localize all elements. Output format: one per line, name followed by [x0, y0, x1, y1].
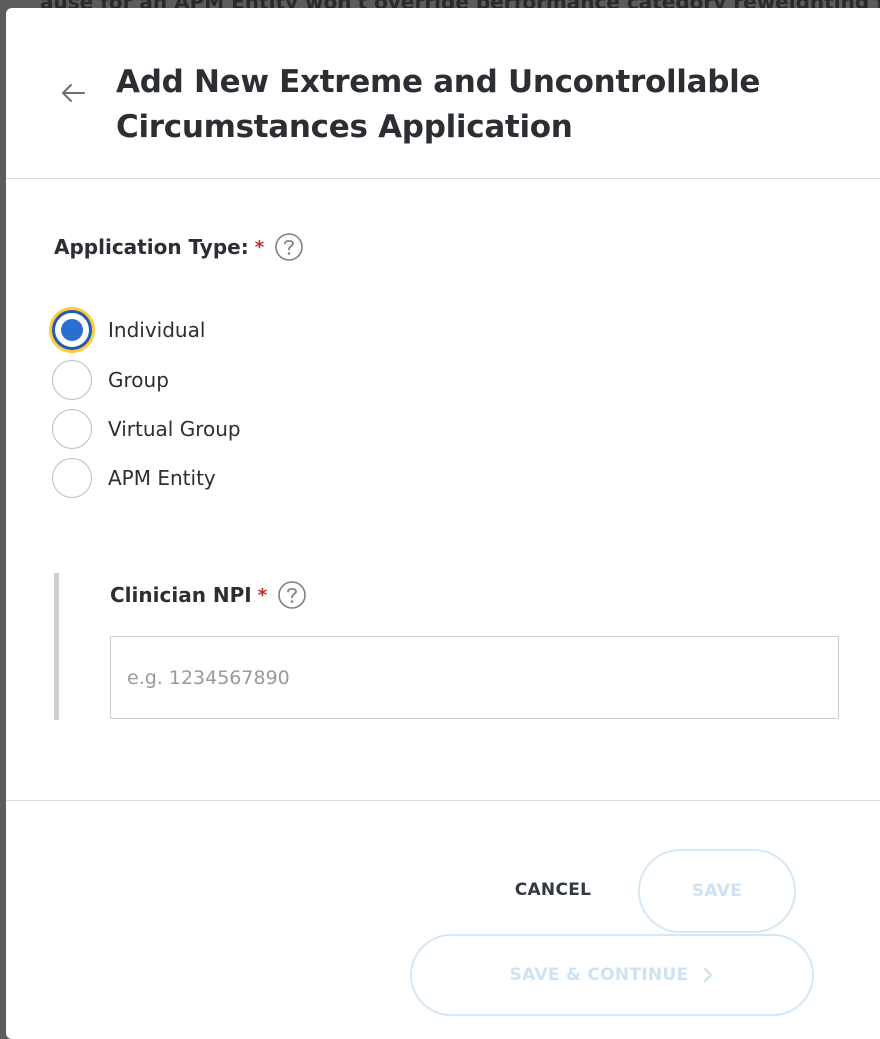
- radio-label-virtual-group: Virtual Group: [108, 417, 241, 441]
- clinician-npi-label-group: Clinician NPI *: [110, 580, 307, 610]
- clinician-npi-label: Clinician NPI: [110, 583, 252, 607]
- radio-label-group: Group: [108, 368, 169, 392]
- section-indent-bar: [54, 573, 59, 720]
- chevron-right-icon: [702, 967, 714, 983]
- application-modal: Add New Extreme and Uncontrollable Circu…: [6, 8, 880, 1039]
- footer-divider: [6, 800, 880, 801]
- required-asterisk: *: [257, 584, 268, 606]
- back-button[interactable]: [56, 78, 90, 112]
- radio-button-selected[interactable]: [52, 310, 92, 350]
- radio-option-individual[interactable]: Individual: [52, 307, 205, 353]
- save-and-continue-label: SAVE & CONTINUE: [509, 965, 689, 985]
- radio-button[interactable]: [52, 360, 92, 400]
- modal-title: Add New Extreme and Uncontrollable Circu…: [116, 64, 761, 145]
- save-button[interactable]: SAVE: [638, 849, 796, 933]
- radio-option-apm-entity[interactable]: APM Entity: [52, 455, 216, 501]
- modal-header: Add New Extreme and Uncontrollable Circu…: [6, 8, 880, 179]
- radio-button[interactable]: [52, 409, 92, 449]
- radio-option-virtual-group[interactable]: Virtual Group: [52, 406, 241, 452]
- question-circle-icon[interactable]: [274, 232, 304, 262]
- arrow-left-icon: [60, 82, 86, 109]
- radio-button[interactable]: [52, 458, 92, 498]
- application-type-label: Application Type:: [54, 235, 249, 259]
- save-and-continue-button[interactable]: SAVE & CONTINUE: [410, 934, 814, 1016]
- clinician-npi-input[interactable]: [110, 636, 839, 719]
- radio-label-individual: Individual: [108, 318, 206, 342]
- radio-option-group[interactable]: Group: [52, 357, 169, 403]
- question-circle-icon[interactable]: [277, 580, 307, 610]
- application-type-label-group: Application Type: *: [54, 232, 304, 262]
- radio-label-apm-entity: APM Entity: [108, 466, 216, 490]
- required-asterisk: *: [254, 236, 265, 258]
- cancel-button[interactable]: CANCEL: [486, 866, 620, 914]
